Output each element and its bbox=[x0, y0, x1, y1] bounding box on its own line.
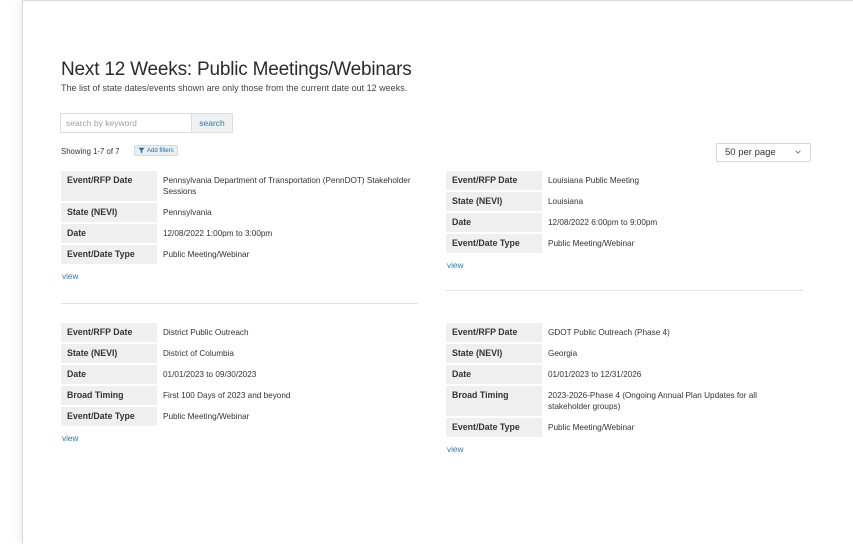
card-divider bbox=[61, 303, 418, 304]
event-card: Event/RFP Date Pennsylvania Department o… bbox=[61, 169, 419, 281]
event-field-label: Event/Date Type bbox=[446, 234, 542, 253]
event-field-label: Date bbox=[446, 365, 542, 384]
search-button[interactable]: search bbox=[191, 113, 233, 133]
event-row: State (NEVI) Louisiana bbox=[446, 192, 804, 211]
event-field-label: State (NEVI) bbox=[446, 192, 542, 211]
event-field-value: Louisiana bbox=[548, 197, 584, 206]
page-title: Next 12 Weeks: Public Meetings/Webinars bbox=[61, 59, 412, 80]
event-field-value: Louisiana Public Meeting bbox=[548, 176, 640, 185]
event-field-value: Pennsylvania bbox=[163, 208, 212, 217]
event-row: Date 12/08/2022 1:00pm to 3:00pm bbox=[61, 224, 419, 243]
event-row: Event/RFP Date Pennsylvania Department o… bbox=[61, 171, 419, 201]
event-field-label: State (NEVI) bbox=[61, 203, 157, 222]
event-row: Event/Date Type Public Meeting/Webinar bbox=[446, 418, 804, 437]
event-field-value: 01/01/2023 to 12/31/2026 bbox=[548, 370, 642, 379]
event-field-label: Broad Timing bbox=[61, 386, 157, 405]
event-field-value: District of Columbia bbox=[163, 349, 234, 358]
per-page-value: 50 per page bbox=[725, 147, 776, 158]
event-details-table: Event/RFP Date Louisiana Public Meeting … bbox=[446, 169, 804, 255]
view-link[interactable]: view bbox=[447, 445, 804, 454]
event-field-label: Broad Timing bbox=[446, 386, 542, 416]
event-field-label: Date bbox=[446, 213, 542, 232]
event-field-value: Public Meeting/Webinar bbox=[163, 412, 250, 421]
event-field-label: Event/RFP Date bbox=[61, 171, 157, 201]
event-row: Date 01/01/2023 to 12/31/2026 bbox=[446, 365, 804, 384]
event-field-value: Public Meeting/Webinar bbox=[163, 250, 250, 259]
results-count: Showing 1-7 of 7 bbox=[61, 147, 120, 156]
event-field-label: Event/Date Type bbox=[61, 407, 157, 426]
add-filters-button[interactable]: Add filters bbox=[134, 145, 178, 156]
event-field-label: Event/RFP Date bbox=[446, 323, 542, 342]
event-row: Event/RFP Date District Public Outreach bbox=[61, 323, 419, 342]
chevron-down-icon bbox=[795, 150, 801, 154]
add-filters-label: Add filters bbox=[147, 147, 174, 154]
event-field-label: Date bbox=[61, 224, 157, 243]
event-details-table: Event/RFP Date GDOT Public Outreach (Pha… bbox=[446, 321, 804, 439]
event-row: Broad Timing 2023-2026-Phase 4 (Ongoing … bbox=[446, 386, 804, 416]
event-field-value: Public Meeting/Webinar bbox=[548, 239, 635, 248]
event-card: Event/RFP Date GDOT Public Outreach (Pha… bbox=[446, 321, 804, 454]
search-input[interactable] bbox=[60, 113, 191, 133]
event-field-label: State (NEVI) bbox=[446, 344, 542, 363]
event-field-label: State (NEVI) bbox=[61, 344, 157, 363]
view-link[interactable]: view bbox=[62, 434, 419, 443]
event-card: Event/RFP Date Louisiana Public Meeting … bbox=[446, 169, 804, 270]
card-divider bbox=[446, 290, 803, 291]
search-bar: search bbox=[60, 113, 233, 133]
event-details-table: Event/RFP Date Pennsylvania Department o… bbox=[61, 169, 419, 266]
event-row: State (NEVI) Pennsylvania bbox=[61, 203, 419, 222]
event-field-label: Event/Date Type bbox=[61, 245, 157, 264]
event-row: Event/Date Type Public Meeting/Webinar bbox=[61, 245, 419, 264]
event-row: Event/RFP Date Louisiana Public Meeting bbox=[446, 171, 804, 190]
event-row: Broad Timing First 100 Days of 2023 and … bbox=[61, 386, 419, 405]
event-details-table: Event/RFP Date District Public Outreach … bbox=[61, 321, 419, 428]
event-field-value: Georgia bbox=[548, 349, 578, 358]
event-field-value: Public Meeting/Webinar bbox=[548, 423, 635, 432]
event-row: Date 01/01/2023 to 09/30/2023 bbox=[61, 365, 419, 384]
event-field-value: First 100 Days of 2023 and beyond bbox=[163, 391, 291, 400]
event-field-label: Event/RFP Date bbox=[446, 171, 542, 190]
event-field-label: Event/Date Type bbox=[446, 418, 542, 437]
event-row: Event/Date Type Public Meeting/Webinar bbox=[446, 234, 804, 253]
event-row: Event/Date Type Public Meeting/Webinar bbox=[61, 407, 419, 426]
event-card: Event/RFP Date District Public Outreach … bbox=[61, 321, 419, 443]
event-row: State (NEVI) Georgia bbox=[446, 344, 804, 363]
event-field-value: GDOT Public Outreach (Phase 4) bbox=[548, 328, 670, 337]
event-row: Event/RFP Date GDOT Public Outreach (Pha… bbox=[446, 323, 804, 342]
page-subtitle: The list of state dates/events shown are… bbox=[61, 83, 408, 93]
event-field-value: 2023-2026-Phase 4 (Ongoing Annual Plan U… bbox=[548, 391, 757, 411]
event-row: Date 12/08/2022 6:00pm to 9:00pm bbox=[446, 213, 804, 232]
event-row: State (NEVI) District of Columbia bbox=[61, 344, 419, 363]
view-link[interactable]: view bbox=[447, 261, 804, 270]
event-field-value: 01/01/2023 to 09/30/2023 bbox=[163, 370, 257, 379]
event-field-label: Date bbox=[61, 365, 157, 384]
per-page-select[interactable]: 50 per page bbox=[716, 143, 811, 162]
event-field-value: Pennsylvania Department of Transportatio… bbox=[163, 176, 411, 196]
view-link[interactable]: view bbox=[62, 272, 419, 281]
event-field-value: 12/08/2022 1:00pm to 3:00pm bbox=[163, 229, 273, 238]
filter-icon bbox=[138, 147, 145, 154]
event-field-label: Event/RFP Date bbox=[61, 323, 157, 342]
event-field-value: District Public Outreach bbox=[163, 328, 249, 337]
event-field-value: 12/08/2022 6:00pm to 9:00pm bbox=[548, 218, 658, 227]
